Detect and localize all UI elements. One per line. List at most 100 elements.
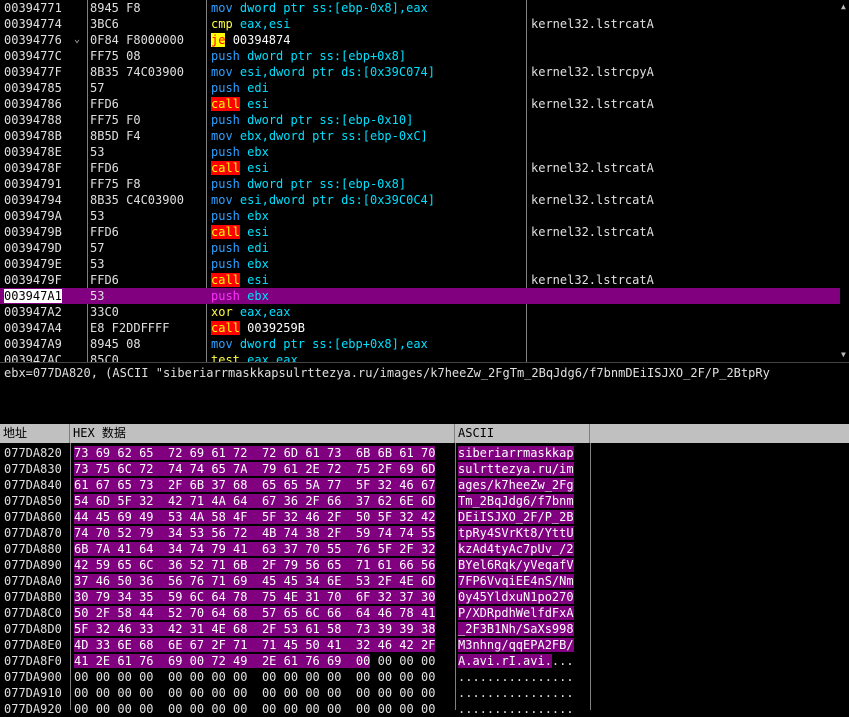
disasm-row[interactable]: 0039479E 53 push ebx xyxy=(0,256,840,272)
dump-address: 077DA820 xyxy=(4,446,62,460)
disasm-row[interactable]: 00394794 8B35 C4C03900 mov esi,dword ptr d… xyxy=(0,192,840,208)
disasm-row[interactable]: 00394785 57 push edi xyxy=(0,80,840,96)
byte-gap xyxy=(153,622,168,636)
instruction-address: 003947A9 xyxy=(4,337,62,351)
ascii-highlighted: A.avi.rI.avi. xyxy=(458,654,552,668)
disasm-row[interactable]: 0039478F FFD6 call esi kernel32.lstrcatA xyxy=(0,160,840,176)
scroll-up-icon[interactable]: ▲ xyxy=(841,2,846,11)
hex-byte: 6C xyxy=(139,558,154,572)
disasm-row[interactable]: 0039479F FFD6 call esi kernel32.lstrcatA xyxy=(0,272,840,288)
hex-byte: 34 xyxy=(167,526,183,540)
hex-byte: 66 xyxy=(327,606,342,620)
comment: kernel32.lstrcatA xyxy=(531,193,654,207)
header-ascii[interactable]: ASCII xyxy=(455,424,590,443)
hex-byte: 00 xyxy=(399,686,414,700)
hex-byte: 00 xyxy=(355,686,371,700)
byte-gap xyxy=(247,622,262,636)
hex-byte: 79 xyxy=(139,526,154,540)
byte-gap xyxy=(413,446,421,460)
hex-byte: 37 xyxy=(211,478,226,492)
byte-gap xyxy=(413,590,421,604)
byte-gap xyxy=(276,686,283,700)
hex-byte: 75 xyxy=(95,462,111,476)
byte-gap xyxy=(131,478,140,492)
dump-ascii: ................ xyxy=(458,685,588,701)
hex-byte: 38 xyxy=(305,526,320,540)
disasm-row[interactable]: 00394771 8945 F8 mov dword ptr ss:[ebp-0x8… xyxy=(0,0,840,16)
byte-gap xyxy=(276,462,284,476)
selected-address: 003947A1 xyxy=(4,289,62,303)
byte-gap xyxy=(131,574,140,588)
disasm-row[interactable]: 0039479D 57 push edi xyxy=(0,240,840,256)
dump-hex-bytes: 50 2F 58 44 52 70 64 68 57 65 6C 66 64 4… xyxy=(74,605,454,621)
disasm-row[interactable]: 0039478E 53 push ebx xyxy=(0,144,840,160)
hex-byte: 67 xyxy=(420,478,436,492)
hex-byte: 00 xyxy=(420,686,436,700)
hex-byte: 73 xyxy=(355,622,371,636)
mnemonic: mov xyxy=(211,337,233,351)
byte-gap xyxy=(247,478,262,492)
hex-byte: 64 xyxy=(233,494,248,508)
hex-byte: 46 xyxy=(377,638,393,652)
disasm-row[interactable]: 0039477F 8B35 74C03900 mov esi,dword ptr d… xyxy=(0,64,840,80)
hex-byte: 44 xyxy=(139,606,154,620)
hex-byte: 32 xyxy=(139,494,154,508)
dump-hex-bytes: 73 75 6C 72 74 74 65 7A 79 61 2E 72 75 2… xyxy=(74,461,454,477)
dump-hex-bytes: 37 46 50 36 56 76 71 69 45 45 34 6E 53 2… xyxy=(74,573,454,589)
disassembly-pane[interactable]: 00394771 8945 F8 mov dword ptr ss:[ebp-0x8… xyxy=(0,0,849,362)
hex-byte: 64 xyxy=(139,542,154,556)
byte-gap xyxy=(88,686,95,700)
header-hex-data[interactable]: HEX 数据 xyxy=(70,424,455,443)
disasm-row[interactable]: 003947A4 E8 F2DDFFFF call 0039259B xyxy=(0,320,840,336)
instruction-address: 0039478F xyxy=(4,161,62,175)
disasm-row[interactable]: 003947A1 53 push ebx xyxy=(0,288,840,304)
disasm-row[interactable]: 00394788 FF75 F0 push dword ptr ss:[ebp-0x… xyxy=(0,112,840,128)
hex-byte: 76 xyxy=(355,542,371,556)
disasm-row[interactable]: 00394786 FFD6 call esi kernel32.lstrcatA xyxy=(0,96,840,112)
byte-gap xyxy=(276,558,284,572)
disasm-row[interactable]: 003947AC 85C0 test eax,eax xyxy=(0,352,840,362)
hex-byte: 00 xyxy=(327,686,342,700)
disasm-row[interactable]: 00394776 ⌄ 0F84 F8000000 je 00394874 xyxy=(0,32,840,48)
disasm-row[interactable]: 0039478B 8B5D F4 mov ebx,dword ptr ss:[ebp… xyxy=(0,128,840,144)
mnemonic: call xyxy=(211,225,240,239)
disasm-row[interactable]: 003947A2 33C0 xor eax,eax xyxy=(0,304,840,320)
disasm-row[interactable]: 00394791 FF75 F8 push dword ptr ss:[ebp-0x… xyxy=(0,176,840,192)
hex-byte: 74 xyxy=(189,462,205,476)
hex-byte: 30 xyxy=(420,590,436,604)
disasm-row[interactable]: 003947A9 8945 08 mov dword ptr ss:[ebp+0x8… xyxy=(0,336,840,352)
byte-gap xyxy=(320,702,327,716)
disasm-row[interactable]: 0039477C FF75 08 push dword ptr ss:[ebp+0x… xyxy=(0,48,840,64)
comment: kernel32.lstrcatA xyxy=(531,273,654,287)
disasm-row[interactable]: 0039479B FFD6 call esi kernel32.lstrcatA xyxy=(0,224,840,240)
byte-gap xyxy=(276,542,284,556)
ascii-highlighted: tpRy4SVrKt8/YttU xyxy=(458,526,574,540)
disasm-scrollbar[interactable]: ▲ ▼ xyxy=(840,0,849,362)
hex-byte: 6B xyxy=(74,542,89,556)
hex-dump-pane[interactable]: 地址 HEX 数据 ASCII 077DA820 73 69 62 65 72 6… xyxy=(0,424,849,716)
ascii-highlighted: siberiarrmaskkap xyxy=(458,446,574,460)
byte-gap xyxy=(88,670,95,684)
byte-gap xyxy=(370,494,378,508)
hex-byte: 73 xyxy=(74,446,89,460)
byte-gap xyxy=(247,526,262,540)
instruction: mov esi,dword ptr ds:[0x39C0C4] xyxy=(211,192,526,208)
byte-gap xyxy=(88,622,96,636)
disasm-row[interactable]: 00394774 3BC6 cmp eax,esi kernel32.lstrcatA xyxy=(0,16,840,32)
byte-gap xyxy=(225,590,234,604)
header-address[interactable]: 地址 xyxy=(0,424,70,443)
hex-byte: 42 xyxy=(167,494,183,508)
hex-byte: 00 xyxy=(95,686,111,700)
hex-byte: 00 xyxy=(327,702,342,716)
scroll-down-icon[interactable]: ▼ xyxy=(841,350,846,359)
dump-scrollbar[interactable] xyxy=(840,443,849,710)
mnemonic: call xyxy=(211,273,240,287)
byte-gap xyxy=(370,606,378,620)
hex-byte: 50 xyxy=(305,638,320,652)
disasm-row[interactable]: 0039479A 53 push ebx xyxy=(0,208,840,224)
dump-ascii: tpRy4SVrKt8/YttU xyxy=(458,525,588,541)
ascii-plain: ... xyxy=(551,654,574,668)
mnemonic: je xyxy=(211,33,226,47)
operands: ebx xyxy=(247,145,269,159)
byte-gap xyxy=(320,686,327,700)
